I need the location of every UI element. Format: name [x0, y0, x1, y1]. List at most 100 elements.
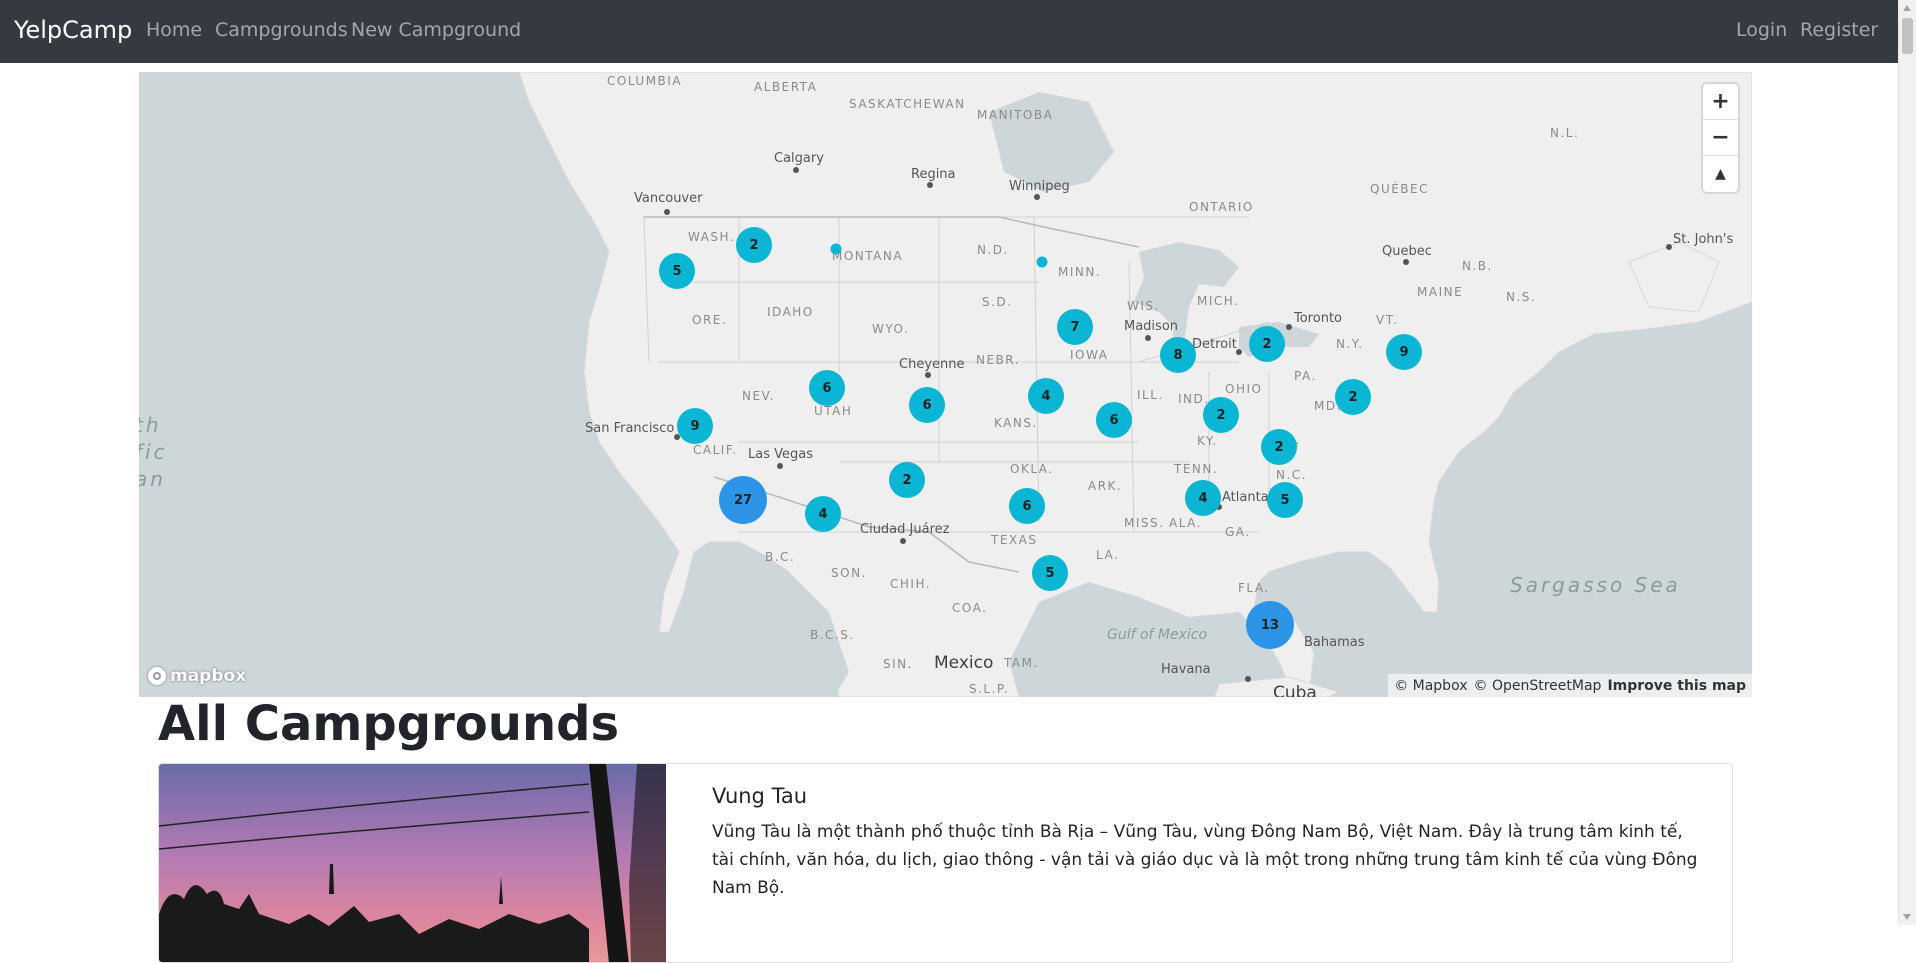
campground-point[interactable]: [830, 243, 842, 255]
map-label-ny: N.Y.: [1336, 337, 1364, 351]
page-title: All Campgrounds: [158, 696, 620, 752]
map-label-columbia: COLUMBIA: [607, 74, 683, 88]
map-label-calif: CALIF.: [693, 443, 738, 457]
city-dot: [925, 372, 931, 378]
map-label-sin: SIN.: [883, 657, 913, 671]
map-label-mexico: Mexico: [934, 653, 994, 673]
mapbox-logo[interactable]: mapbox: [148, 664, 246, 688]
campground-description: Vũng Tàu là một thành phố thuộc tỉnh Bà …: [712, 822, 1698, 898]
map-label-nc: N.C.: [1276, 468, 1307, 482]
map-label-nb: N.B.: [1462, 259, 1493, 273]
map-cluster[interactable]: 6: [909, 387, 945, 423]
map-label-calgary: Calgary: [774, 151, 824, 166]
zoom-out-button[interactable]: −: [1703, 120, 1738, 156]
campground-title: Vung Tau: [712, 784, 808, 808]
campground-card: Vung Tau Vũng Tàu là một thành phố thuộc…: [158, 763, 1733, 963]
map-label-bahamas: Bahamas: [1304, 635, 1365, 650]
cluster-map[interactable]: COLUMBIA ALBERTA SASKATCHEWAN MANITOBA O…: [139, 72, 1752, 697]
map-cluster[interactable]: 6: [809, 370, 845, 406]
map-label-iowa: IOWA: [1070, 348, 1109, 362]
map-label-son: SON.: [831, 566, 867, 580]
attribution-osm-link[interactable]: © OpenStreetMap: [1474, 678, 1602, 694]
map-basemap: [518, 72, 1752, 697]
nav-campgrounds-link[interactable]: Campgrounds: [215, 19, 348, 41]
map-cluster[interactable]: 2: [1261, 429, 1297, 465]
map-label-pa: PA.: [1294, 369, 1317, 383]
map-cluster[interactable]: 8: [1160, 337, 1196, 373]
map-label-ciudad-juarez: Ciudad Juárez: [860, 522, 950, 537]
map-label-manitoba: MANITOBA: [977, 108, 1054, 122]
map-label-miss: MISS.: [1124, 516, 1165, 530]
campground-image: [159, 764, 666, 962]
map-label-okla: OKLA.: [1010, 462, 1054, 476]
brand-link[interactable]: YelpCamp: [14, 16, 132, 44]
map-label-saskatchewan: SASKATCHEWAN: [849, 97, 966, 111]
map-cluster[interactable]: 2: [736, 227, 772, 263]
nav-home-link[interactable]: Home: [146, 19, 202, 41]
map-label-texas: TEXAS: [991, 533, 1038, 547]
scroll-down-arrow-icon[interactable]: [1903, 914, 1911, 920]
map-cluster[interactable]: 2: [1203, 397, 1239, 433]
map-label-ala: ALA.: [1169, 516, 1202, 530]
map-cluster[interactable]: 6: [1096, 402, 1132, 438]
map-cluster[interactable]: 2: [1335, 379, 1371, 415]
zoom-in-button[interactable]: +: [1703, 84, 1738, 120]
map-label-sargasso-sea: Sargasso Sea: [1510, 573, 1681, 597]
map-label-tam: TAM.: [1004, 656, 1039, 670]
map-cluster[interactable]: 4: [1185, 480, 1221, 516]
map-cluster[interactable]: 27: [719, 476, 767, 524]
map-cluster[interactable]: 4: [805, 496, 841, 532]
map-label-wyo: WYO.: [872, 322, 910, 336]
map-cluster[interactable]: 7: [1057, 309, 1093, 345]
improve-map-link[interactable]: Improve this map: [1607, 678, 1746, 694]
map-label-minn: MINN.: [1058, 265, 1102, 279]
map-label-chih: CHIH.: [890, 577, 932, 591]
map-label-toronto: Toronto: [1294, 311, 1342, 326]
map-cluster[interactable]: 6: [1009, 488, 1045, 524]
map-cluster[interactable]: 13: [1246, 601, 1294, 649]
map-cluster[interactable]: 9: [677, 408, 713, 444]
nav-new-campground-link[interactable]: New Campground: [351, 19, 521, 41]
campground-card-body: Vung Tau Vũng Tàu là một thành phố thuộc…: [712, 784, 1702, 902]
map-label-las-vegas: Las Vegas: [748, 447, 813, 462]
map-label-mich: MICH.: [1197, 294, 1240, 308]
map-cluster[interactable]: 2: [889, 462, 925, 498]
map-label-kans: KANS.: [994, 416, 1038, 430]
city-dot: [664, 209, 670, 215]
map-cluster[interactable]: 2: [1249, 326, 1285, 362]
map-cluster[interactable]: 5: [659, 253, 695, 289]
page-scrollbar[interactable]: [1898, 0, 1916, 925]
map-label-fla: FLA.: [1238, 581, 1270, 595]
map-label-sd: S.D.: [982, 295, 1013, 309]
map-label-bcs: B.C.S.: [810, 628, 855, 642]
map-label-madison: Madison: [1124, 319, 1179, 334]
navbar: YelpCamp Home Campgrounds New Campground…: [0, 0, 1916, 63]
map-label-bc: B.C.: [765, 550, 796, 564]
map-label-cheyenne: Cheyenne: [899, 357, 965, 372]
map-cluster[interactable]: 5: [1267, 482, 1303, 518]
map-label-quebec-province: QUÉBEC: [1370, 182, 1430, 196]
scroll-up-arrow-icon[interactable]: [1903, 5, 1911, 11]
campground-point[interactable]: [1036, 256, 1048, 268]
city-dot: [1245, 676, 1251, 682]
compass-reset-button[interactable]: ▲: [1703, 156, 1738, 192]
map-label-coa: COA.: [952, 601, 988, 615]
map-cluster[interactable]: 4: [1028, 378, 1064, 414]
map-label-winnipeg: Winnipeg: [1009, 179, 1070, 194]
map-label-utah: UTAH: [814, 404, 853, 418]
scroll-thumb[interactable]: [1902, 18, 1913, 54]
nav-register-link[interactable]: Register: [1800, 19, 1878, 41]
map-label-regina: Regina: [911, 167, 956, 182]
city-dot: [777, 463, 783, 469]
map-cluster[interactable]: 5: [1032, 555, 1068, 591]
map-cluster[interactable]: 9: [1386, 334, 1422, 370]
nav-login-link[interactable]: Login: [1736, 19, 1787, 41]
attribution-mapbox-link[interactable]: © Mapbox: [1394, 678, 1467, 694]
city-dot: [1236, 349, 1242, 355]
map-label-cuba: Cuba: [1273, 683, 1317, 697]
map-label-ind: IND.: [1178, 392, 1210, 406]
map-label-ontario: ONTARIO: [1189, 200, 1254, 214]
map-label-slp: S.L.P.: [969, 682, 1010, 696]
map-label-vancouver: Vancouver: [634, 191, 703, 206]
city-dot: [900, 538, 906, 544]
